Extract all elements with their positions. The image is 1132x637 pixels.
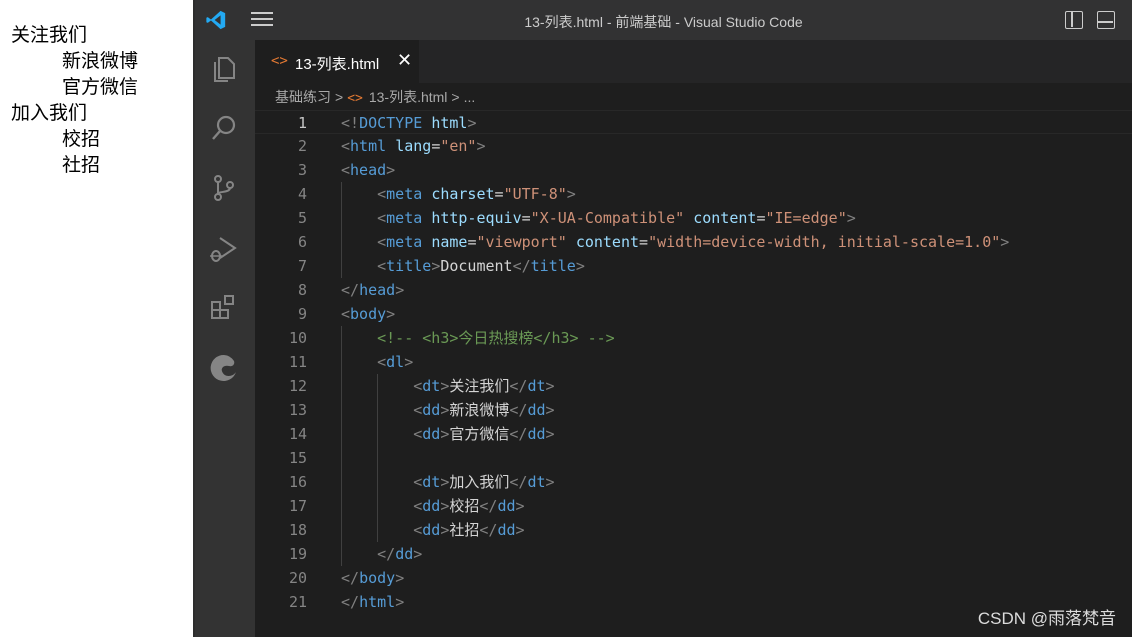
code-text: <dd>校招</dd> [413,497,525,515]
line-number: 3 [297,161,307,179]
activity-bar [195,40,255,637]
indent-guide [341,326,342,566]
toggle-sidebar-icon[interactable] [1065,11,1083,29]
code-text: <html lang="en"> [341,137,486,155]
code-text: <head> [341,161,396,179]
toggle-panel-icon[interactable] [1097,11,1115,29]
code-text: </html> [341,593,405,611]
watermark: CSDN @雨落梵音 [977,609,1116,628]
preview-dd-social: 社招 [62,154,101,176]
code-text: </dd> [377,545,423,563]
line-number: 15 [288,449,307,467]
line-number: 17 [288,497,307,515]
line-number: 16 [288,473,307,491]
extensions-icon[interactable] [208,292,240,324]
code-line[interactable]: 8 </head> [255,278,1132,302]
line-number: 2 [297,137,307,155]
run-debug-icon[interactable] [208,232,240,264]
line-number: 18 [288,521,307,539]
code-text: <meta name="viewport" content="width=dev… [377,233,1010,251]
chevron-right-icon: > [335,89,344,105]
source-control-icon[interactable] [208,172,240,204]
line-number: 1 [297,114,307,132]
breadcrumb-file[interactable]: 13-列表.html [369,89,448,105]
line-number: 11 [288,353,307,371]
code-line[interactable]: 4 <meta charset="UTF-8"> [255,182,1132,206]
code-text: <!-- <h3>今日热搜榜</h3> --> [377,329,615,347]
code-text: <body> [341,305,396,323]
code-text: <dd>社招</dd> [413,521,525,539]
tab-13-list-html[interactable]: <> 13-列表.html ✕ [255,40,419,83]
code-line[interactable]: 16 <dt>加入我们</dt> [255,470,1132,494]
line-number: 21 [288,593,307,611]
code-text: <title>Document</title> [377,257,585,275]
code-text: <dl> [377,353,414,371]
tabs-bar: <> 13-列表.html ✕ [255,40,1132,83]
html-file-icon: <> [271,53,288,69]
code-line[interactable]: 3 <head> [255,158,1132,182]
code-text: <dt>加入我们</dt> [413,473,555,491]
html-file-icon: <> [347,91,363,106]
line-number: 14 [288,425,307,443]
line-number: 10 [288,329,307,347]
code-line[interactable]: 10 <!-- <h3>今日热搜榜</h3> --> [255,326,1132,350]
code-text: <dt>关注我们</dt> [413,377,555,395]
code-text: <meta http-equiv="X-UA-Compatible" conte… [377,209,856,227]
line-number: 19 [288,545,307,563]
line-number: 12 [288,377,307,395]
preview-dt-join: 加入我们 [11,102,88,124]
preview-dd-campus: 校招 [62,128,101,150]
code-line[interactable]: 13 <dd>新浪微博</dd> [255,398,1132,422]
breadcrumb: 基础练习 > <> 13-列表.html >... [255,83,1132,111]
code-line[interactable]: 15 [255,446,1132,470]
preview-dd-wechat: 官方微信 [62,76,139,98]
code-line[interactable]: 7 <title>Document</title> [255,254,1132,278]
code-text: <!DOCTYPE html> [341,114,477,132]
line-number: 6 [297,233,307,251]
breadcrumb-more[interactable]: ... [464,89,476,105]
code-line[interactable]: 14 <dd>官方微信</dd> [255,422,1132,446]
chevron-right-icon: > [451,89,460,105]
indent-guide [377,374,379,542]
line-number: 9 [297,305,307,323]
edge-icon[interactable] [208,352,240,384]
code-line[interactable]: 18 <dd>社招</dd> [255,518,1132,542]
code-line[interactable]: 6 <meta name="viewport" content="width=d… [255,230,1132,254]
close-icon[interactable]: ✕ [397,50,412,71]
code-text: </head> [341,281,405,299]
window-title: 13-列表.html - 前端基础 - Visual Studio Code [524,14,803,30]
code-line[interactable]: 17 <dd>校招</dd> [255,494,1132,518]
code-line[interactable]: 1 <!DOCTYPE html> [255,110,1132,134]
code-line[interactable]: 11 <dl> [255,350,1132,374]
code-text: <dd>新浪微博</dd> [413,401,555,419]
title-bar: 13-列表.html - 前端基础 - Visual Studio Code [195,0,1132,40]
indent-guide [341,182,342,278]
explorer-icon[interactable] [208,52,240,84]
code-editor[interactable]: 1 <!DOCTYPE html> 2 <html lang="en"> 3 <head>… [255,110,1132,637]
breadcrumb-folder[interactable]: 基础练习 [275,89,331,105]
code-line[interactable]: 19 </dd> [255,542,1132,566]
code-line[interactable]: 5 <meta http-equiv="X-UA-Compatible" con… [255,206,1132,230]
preview-dd-weibo: 新浪微博 [62,50,139,72]
line-number: 13 [288,401,307,419]
code-line[interactable]: 20 </body> [255,566,1132,590]
code-text: <dd>官方微信</dd> [413,425,555,443]
code-line[interactable]: 2 <html lang="en"> [255,134,1132,158]
tab-label: 13-列表.html [295,56,380,73]
line-number: 20 [288,569,307,587]
code-line[interactable]: 9 <body> [255,302,1132,326]
preview-dt-follow: 关注我们 [11,24,88,46]
line-number: 8 [297,281,307,299]
code-text: <meta charset="UTF-8"> [377,185,576,203]
vscode-window: 13-列表.html - 前端基础 - Visual Studio Code <… [193,0,1132,637]
line-number: 4 [297,185,307,203]
code-line[interactable]: 12 <dt>关注我们</dt> [255,374,1132,398]
code-text: </body> [341,569,405,587]
line-number: 5 [297,209,307,227]
search-icon[interactable] [208,112,240,144]
line-number: 7 [297,257,307,275]
browser-preview: 关注我们 新浪微博 官方微信 加入我们 校招 社招 [0,0,193,637]
